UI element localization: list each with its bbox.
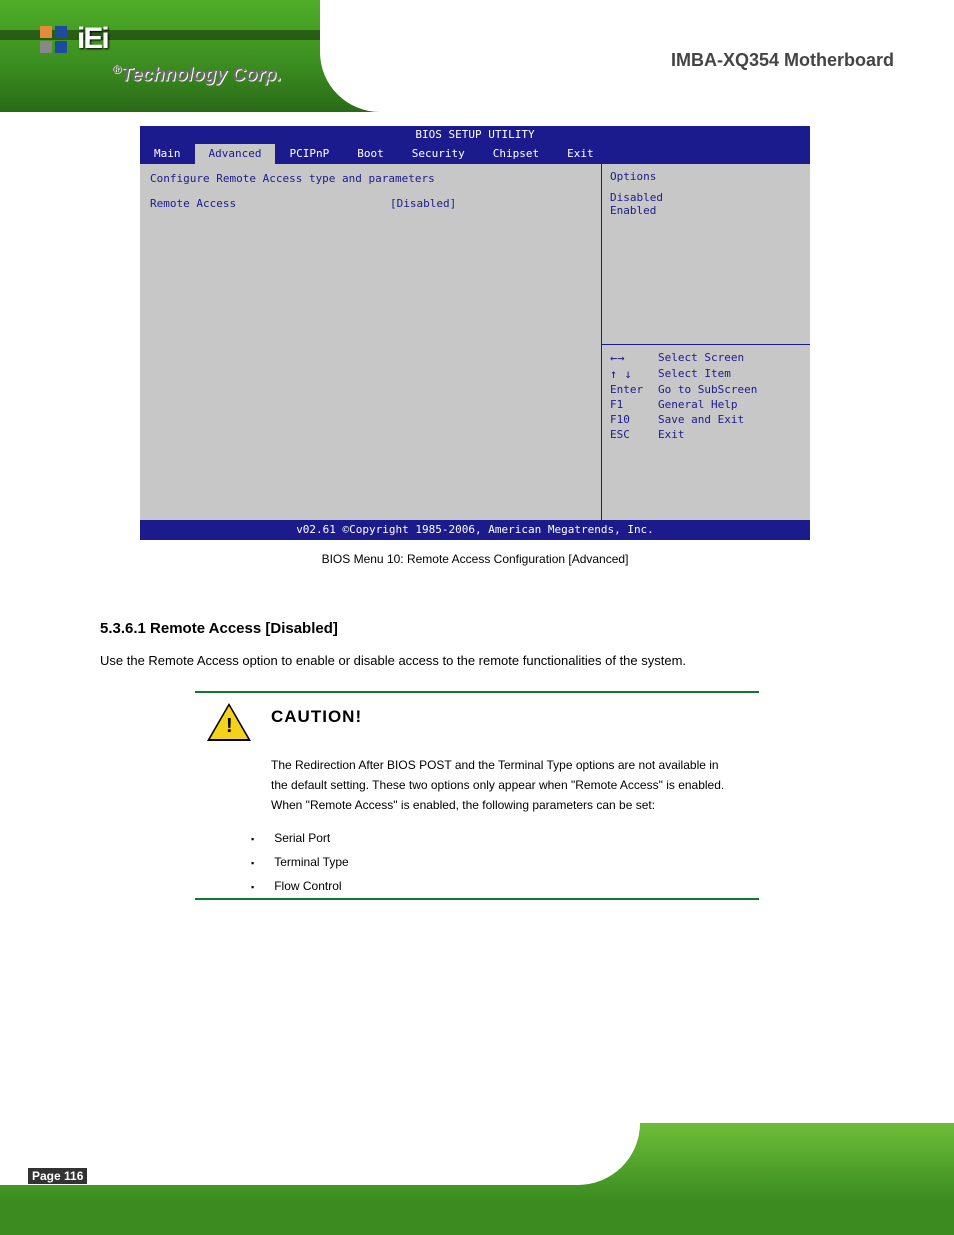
key-label: F10: [610, 413, 658, 426]
bios-side-pane: Options Disabled Enabled ←→Select Screen…: [601, 164, 810, 520]
bios-title: BIOS SETUP UTILITY: [140, 126, 810, 144]
logo-squares-icon: [40, 26, 67, 53]
caution-box: ! CAUTION! The Redirection After BIOS PO…: [195, 691, 759, 900]
bios-tabs: Main Advanced PCIPnP Boot Security Chips…: [140, 144, 810, 164]
key-desc: Exit: [658, 428, 685, 441]
arrow-lr-icon: ←→: [610, 351, 658, 365]
hr-bottom: [195, 898, 759, 900]
page-title: IMBA-XQ354 Motherboard: [671, 50, 894, 71]
bios-item-remote-access[interactable]: Remote Access [Disabled]: [150, 197, 591, 210]
tab-main[interactable]: Main: [140, 144, 195, 164]
key-desc: Select Item: [658, 367, 731, 381]
page-number-badge: Page 116: [28, 1168, 87, 1184]
caution-text: The Redirection After BIOS POST and the …: [195, 751, 759, 826]
list-item: Serial Port: [251, 826, 759, 850]
logo: iEi: [40, 22, 108, 56]
bios-item-label: Remote Access: [150, 197, 390, 210]
tab-chipset[interactable]: Chipset: [479, 144, 553, 164]
caution-list: Serial Port Terminal Type Flow Control: [195, 826, 759, 898]
logo-text: iEi: [77, 22, 108, 56]
bios-keys: ←→Select Screen ↑ ↓Select Item EnterGo t…: [601, 344, 810, 520]
bios-panel: BIOS SETUP UTILITY Main Advanced PCIPnP …: [140, 126, 810, 566]
tab-pcipnp[interactable]: PCIPnP: [275, 144, 343, 164]
bios-option: Disabled: [610, 191, 802, 204]
bios-item-value: [Disabled]: [390, 197, 456, 210]
key-label: F1: [610, 398, 658, 411]
arrow-ud-icon: ↑ ↓: [610, 367, 658, 381]
bios-option: Enabled: [610, 204, 802, 217]
list-item: Terminal Type: [251, 850, 759, 874]
tab-boot[interactable]: Boot: [343, 144, 398, 164]
caution-title: CAUTION!: [271, 707, 362, 727]
body-paragraph: Use the Remote Access option to enable o…: [100, 651, 854, 671]
key-desc: General Help: [658, 398, 737, 411]
key-desc: Select Screen: [658, 351, 744, 365]
footer-swoosh: [0, 1123, 640, 1185]
tab-security[interactable]: Security: [398, 144, 479, 164]
key-label: ESC: [610, 428, 658, 441]
tab-exit[interactable]: Exit: [553, 144, 608, 164]
page-number: Page 116: [28, 1169, 93, 1183]
key-label: Enter: [610, 383, 658, 396]
brand-text: ®Technology Corp.: [112, 62, 282, 86]
bios-footer: v02.61 ©Copyright 1985-2006, American Me…: [140, 520, 810, 540]
bios-main-pane: Configure Remote Access type and paramet…: [140, 164, 601, 520]
bios-heading: Configure Remote Access type and paramet…: [150, 172, 591, 185]
warning-icon: !: [207, 703, 251, 741]
bios-hint-title: Options: [610, 170, 802, 183]
section-heading: 5.3.6.1 Remote Access [Disabled]: [100, 620, 954, 637]
figure-caption: BIOS Menu 10: Remote Access Configuratio…: [140, 552, 810, 566]
key-desc: Save and Exit: [658, 413, 744, 426]
list-item: Flow Control: [251, 874, 759, 898]
tab-advanced[interactable]: Advanced: [195, 144, 276, 164]
key-desc: Go to SubScreen: [658, 383, 757, 396]
